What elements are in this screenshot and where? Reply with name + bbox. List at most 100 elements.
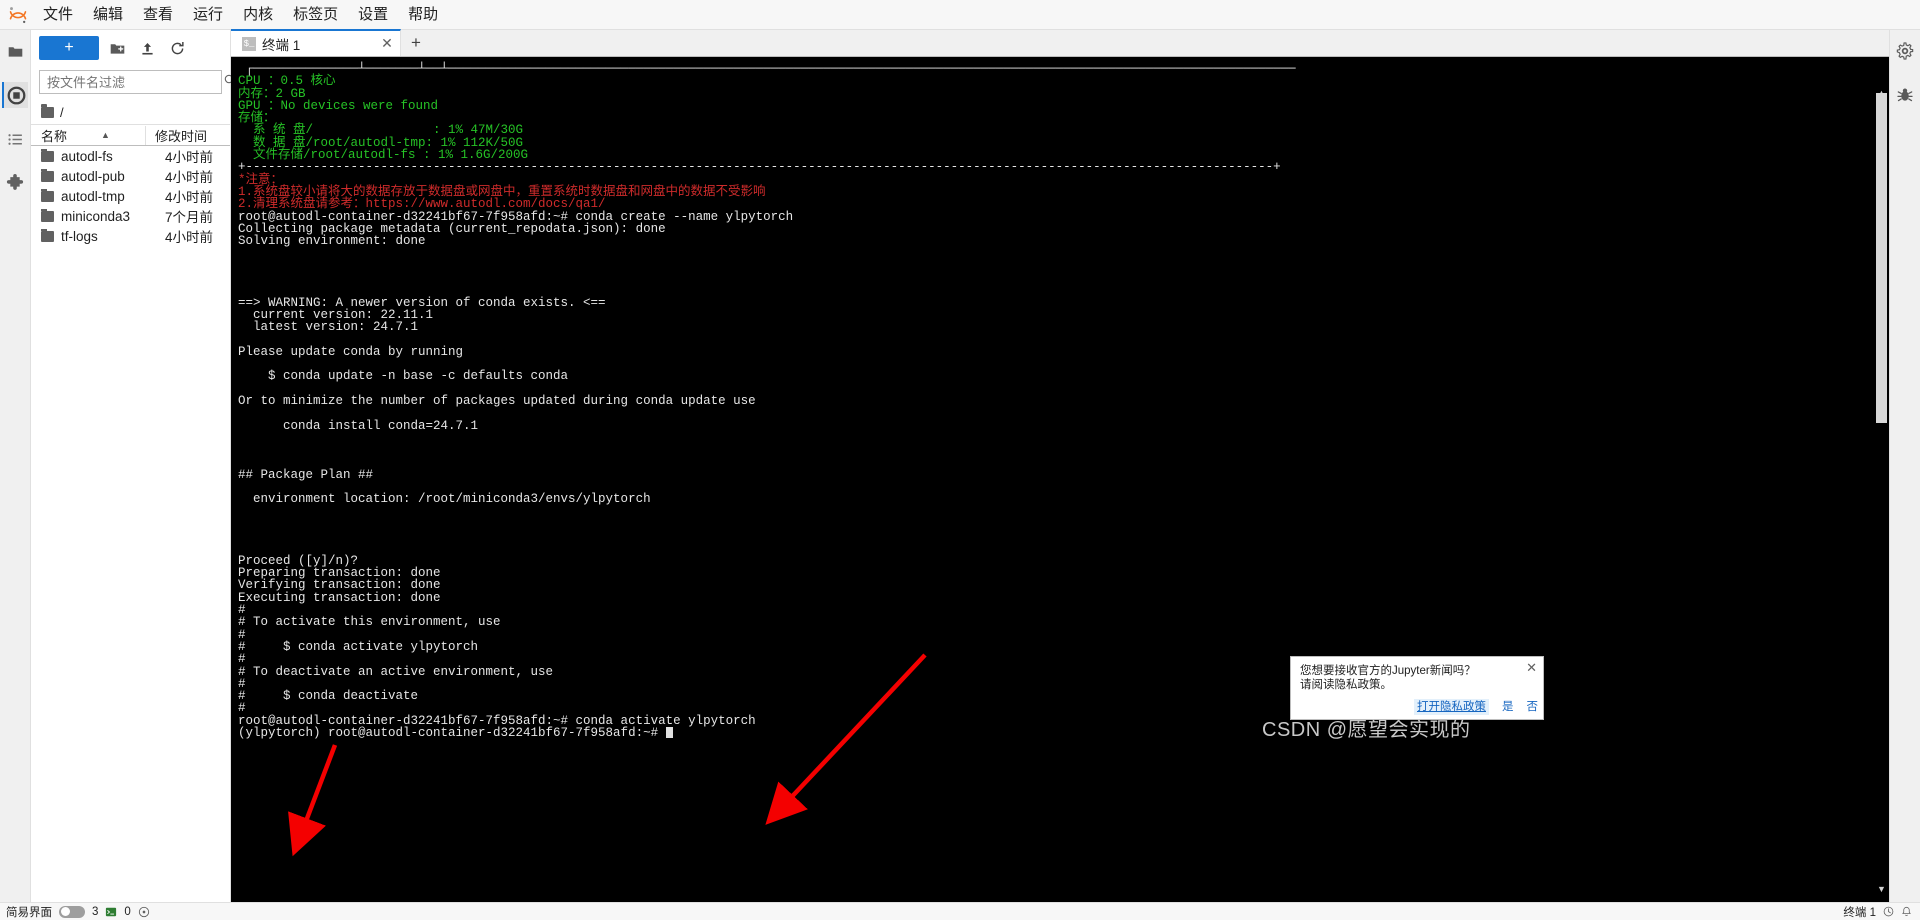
- table-of-contents-icon[interactable]: [2, 126, 28, 152]
- terminal-line: # To deactivate an active environment, u…: [238, 664, 554, 679]
- toast-line-2: 请阅读隐私政策。: [1300, 679, 1392, 691]
- status-bar: 简易界面 3 0 终端 1: [0, 902, 1920, 920]
- terminal-line: #: [238, 652, 246, 667]
- terminal-line: $ conda update -n base -c defaults conda: [238, 369, 569, 384]
- terminal-line: 2.清理系统盘请参考：https://www.autodl.com/docs/q…: [238, 197, 606, 212]
- new-folder-icon[interactable]: [105, 36, 129, 60]
- right-sidebar-rail: [1889, 30, 1920, 902]
- folder-icon: [41, 228, 54, 242]
- terminal-panel[interactable]: ┌──────────────┴───────┴──┴─────────────…: [231, 57, 1889, 902]
- terminal-line: current version: 22.11.1: [238, 307, 434, 322]
- simple-mode-label: 简易界面: [6, 906, 52, 919]
- sort-ascending-icon: ▲: [101, 130, 110, 140]
- terminal-line: environment location: /root/miniconda3/e…: [238, 492, 651, 507]
- menu-bar: 文件 编辑 查看 运行 内核 标签页 设置 帮助: [0, 0, 1920, 30]
- menu-file[interactable]: 文件: [33, 3, 83, 26]
- file-name: autodl-tmp: [61, 188, 125, 204]
- terminal-line: Collecting package metadata (current_rep…: [238, 221, 666, 236]
- terminal-line: # To activate this environment, use: [238, 615, 501, 630]
- column-name-label: 名称: [41, 128, 68, 144]
- tab-terminal-1[interactable]: $_ 终端 1 ✕: [231, 29, 401, 56]
- terminals-count: 3: [92, 905, 99, 918]
- simple-mode-toggle[interactable]: [59, 905, 85, 918]
- terminal-line: Executing transaction: done: [238, 590, 441, 605]
- file-name: autodl-pub: [61, 168, 125, 184]
- list-item[interactable]: autodl-tmp 4小时前: [31, 186, 230, 206]
- column-header-modified[interactable]: 修改时间: [146, 126, 230, 145]
- menu-tabs[interactable]: 标签页: [283, 3, 348, 26]
- terminal-line: Verifying transaction: done: [238, 578, 441, 593]
- scroll-down-icon[interactable]: ▼: [1877, 885, 1886, 894]
- terminal-line: latest version: 24.7.1: [238, 320, 419, 335]
- gear-icon[interactable]: [1892, 38, 1918, 64]
- folder-icon: [41, 208, 54, 222]
- no-button[interactable]: 否: [1527, 700, 1539, 714]
- debugger-bug-icon[interactable]: [1892, 82, 1918, 108]
- refresh-icon[interactable]: [165, 36, 189, 60]
- file-name: tf-logs: [61, 228, 98, 244]
- close-icon[interactable]: ✕: [1526, 661, 1537, 674]
- breadcrumb[interactable]: /: [31, 100, 230, 124]
- terminal-line: conda install conda=24.7.1: [238, 418, 479, 433]
- column-header-name[interactable]: 名称 ▲: [31, 125, 146, 145]
- jupyterlab-window: 文件 编辑 查看 运行 内核 标签页 设置 帮助 + 按文件名过滤 / 名称 ▲…: [0, 0, 1920, 920]
- menu-run[interactable]: 运行: [183, 3, 233, 26]
- breadcrumb-root[interactable]: /: [60, 105, 64, 120]
- list-item[interactable]: autodl-pub 4小时前: [31, 166, 230, 186]
- extension-manager-icon[interactable]: [2, 170, 28, 196]
- file-browser-panel: + 按文件名过滤 / 名称 ▲ 修改时间 autodl-fs 4小时前 auto…: [31, 30, 236, 902]
- running-terminals-icon[interactable]: [2, 82, 28, 108]
- file-name: autodl-fs: [61, 148, 113, 164]
- scrollbar-thumb[interactable]: [1876, 93, 1887, 423]
- terminal-output: ┌──────────────┴───────┴──┴─────────────…: [237, 63, 1889, 740]
- new-launcher-button[interactable]: +: [39, 36, 99, 60]
- list-item[interactable]: tf-logs 4小时前: [31, 226, 230, 246]
- menu-view[interactable]: 查看: [133, 3, 183, 26]
- status-terminal-label[interactable]: 终端 1: [1843, 904, 1876, 920]
- file-modified: 4小时前: [165, 190, 214, 205]
- file-modified: 4小时前: [165, 170, 214, 185]
- file-filter-box[interactable]: [39, 70, 236, 94]
- file-modified: 4小时前: [165, 230, 214, 245]
- file-filter-input[interactable]: [47, 74, 223, 90]
- folder-icon: [41, 148, 54, 162]
- menu-help[interactable]: 帮助: [398, 3, 448, 26]
- notification-bell-icon[interactable]: [1901, 906, 1912, 917]
- terminal-line: Solving environment: done: [238, 234, 426, 249]
- terminal-line: Please update conda by running: [238, 344, 464, 359]
- terminal-line: 系 统 盘/ : 1% 47M/30G: [238, 123, 524, 138]
- menu-settings[interactable]: 设置: [348, 3, 398, 26]
- terminal-line: #: [238, 627, 246, 642]
- terminal-scrollbar[interactable]: ▲ ▼: [1876, 87, 1887, 896]
- menu-edit[interactable]: 编辑: [83, 3, 133, 26]
- kernel-count-icon[interactable]: [138, 906, 150, 918]
- terminal-line: GPU ：No devices were found: [238, 98, 439, 113]
- upload-icon[interactable]: [135, 36, 159, 60]
- close-icon[interactable]: ✕: [380, 35, 394, 51]
- file-browser-icon[interactable]: [2, 38, 28, 64]
- file-modified: 4小时前: [165, 150, 214, 165]
- file-list: autodl-fs 4小时前 autodl-pub 4小时前 autodl-tm…: [31, 146, 230, 246]
- menu-kernel[interactable]: 内核: [233, 3, 283, 26]
- history-icon[interactable]: [1883, 906, 1894, 917]
- main-dock-area: $_ 终端 1 ✕ + ┌──────────────┴───────┴──┴─…: [231, 29, 1889, 902]
- list-item[interactable]: miniconda3 7个月前: [31, 206, 230, 226]
- terminal-line: Or to minimize the number of packages up…: [238, 394, 756, 409]
- terminal-line: (ylpytorch) root@autodl-container-d32241…: [238, 727, 1889, 739]
- terminal-icon: $_: [242, 36, 256, 51]
- list-item[interactable]: autodl-fs 4小时前: [31, 146, 230, 166]
- yes-button[interactable]: 是: [1502, 700, 1514, 714]
- add-tab-button[interactable]: +: [404, 32, 428, 54]
- terminal-count-icon[interactable]: [105, 906, 117, 918]
- terminal-line: #: [238, 701, 246, 716]
- terminal-line: root@autodl-container-d32241bf67-7f958af…: [238, 209, 794, 224]
- tab-bar: $_ 终端 1 ✕ +: [231, 29, 1889, 57]
- watermark: CSDN @愿望会实现的: [1262, 719, 1471, 741]
- kernels-count: 0: [124, 905, 131, 918]
